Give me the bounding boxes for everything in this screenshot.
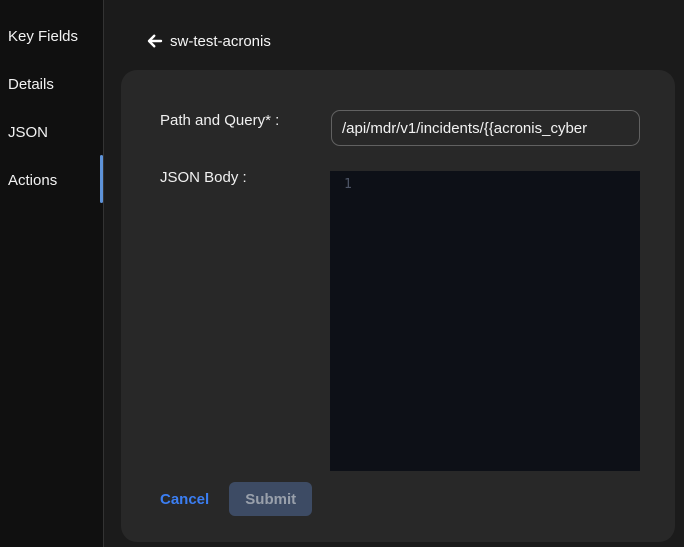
page-title: sw-test-acronis <box>170 33 271 50</box>
submit-button[interactable]: Submit <box>229 482 312 516</box>
sidebar-item-json[interactable]: JSON <box>0 120 104 144</box>
sidebar-item-label: JSON <box>8 124 48 141</box>
back-button[interactable] <box>144 30 166 52</box>
path-query-input[interactable] <box>331 110 640 146</box>
action-form-card: Path and Query* : JSON Body : 1 Cancel S… <box>121 70 675 542</box>
header: sw-test-acronis <box>144 30 271 52</box>
path-query-label: Path and Query* : <box>160 112 279 129</box>
json-body-label: JSON Body : <box>160 169 247 186</box>
cancel-button[interactable]: Cancel <box>160 491 209 508</box>
sidebar-item-label: Actions <box>8 172 57 189</box>
sidebar-item-details[interactable]: Details <box>0 72 104 96</box>
app-window: Key Fields Details JSON Actions sw-test-… <box>0 0 684 547</box>
sidebar: Key Fields Details JSON Actions <box>0 0 104 547</box>
arrow-left-icon <box>146 32 164 50</box>
json-body-editor[interactable]: 1 <box>330 171 640 471</box>
sidebar-item-label: Details <box>8 76 54 93</box>
form-actions: Cancel Submit <box>160 482 312 516</box>
editor-line-number: 1 <box>344 177 352 192</box>
active-tab-indicator <box>100 155 103 203</box>
sidebar-item-key-fields[interactable]: Key Fields <box>0 24 104 48</box>
sidebar-item-actions[interactable]: Actions <box>0 168 104 192</box>
sidebar-item-label: Key Fields <box>8 28 78 45</box>
